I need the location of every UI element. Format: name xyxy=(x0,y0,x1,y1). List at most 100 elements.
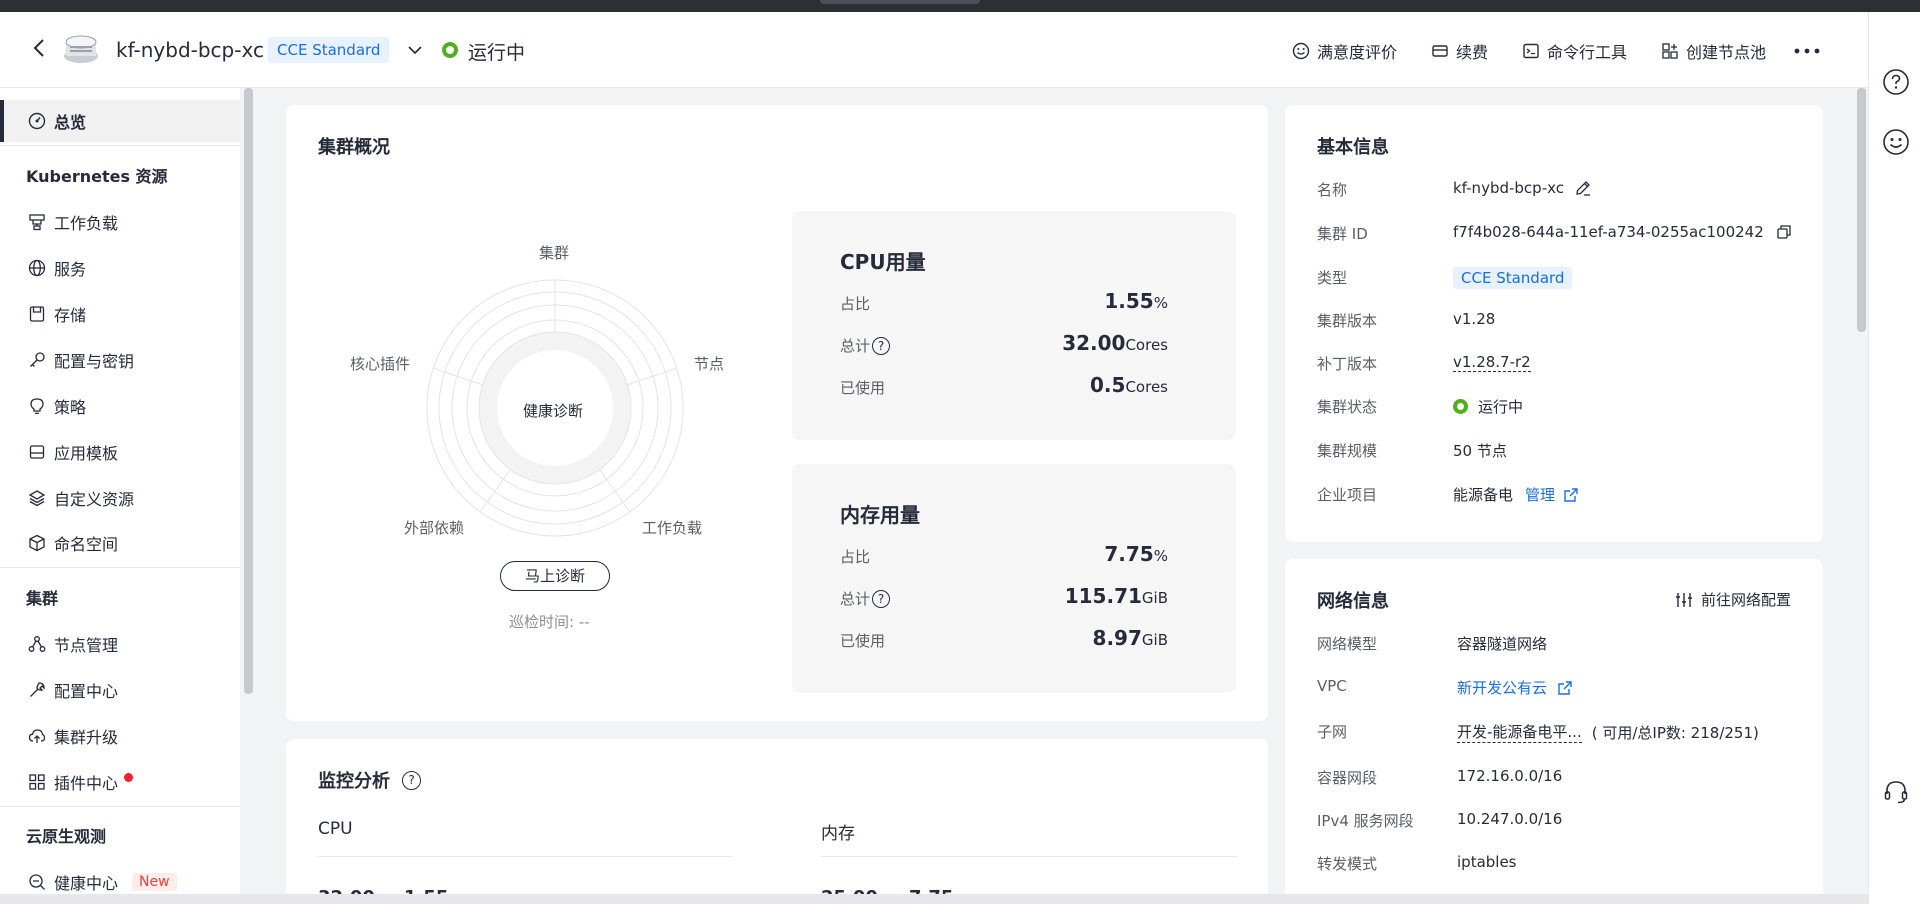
copy-icon[interactable] xyxy=(1776,224,1792,240)
sidebar-item-app-templates[interactable]: 应用模板 xyxy=(0,431,240,473)
sidebar-scrollbar[interactable] xyxy=(244,88,253,904)
sidebar-item-label: 服务 xyxy=(54,260,87,279)
sidebar-item-label: 工作负载 xyxy=(54,214,119,233)
sidebar-item-overview[interactable]: 总览 xyxy=(0,100,240,142)
more-dots-icon xyxy=(1794,48,1820,54)
sidebar-item-config-secrets[interactable]: 配置与密钥 xyxy=(0,339,240,381)
more-options-button[interactable] xyxy=(1792,36,1822,66)
help-icon[interactable] xyxy=(1882,68,1910,96)
sidebar-item-workloads[interactable]: 工作负载 xyxy=(0,201,240,243)
cpu-ratio-label: 占比 xyxy=(840,295,871,313)
key-icon xyxy=(30,352,45,367)
info-key: 补丁版本 xyxy=(1317,355,1378,373)
sidebar: 总览 Kubernetes 资源 工作负载 服务 存储 配置与密钥 策略 应用模… xyxy=(0,88,240,904)
sidebar-item-node-management[interactable]: 节点管理 xyxy=(0,623,240,665)
window-handle xyxy=(820,0,980,4)
cluster-status: 运行中 xyxy=(468,42,526,64)
question-icon[interactable]: ? xyxy=(872,336,891,355)
cpu-used-label: 已使用 xyxy=(840,379,886,397)
sidebar-item-custom-resources[interactable]: 自定义资源 xyxy=(0,477,240,519)
sidebar-item-cluster-upgrade[interactable]: 集群升级 xyxy=(0,715,240,757)
info-row-name: 名称 kf-nybd-bcp-xc xyxy=(1317,177,1797,201)
sidebar-item-storage[interactable]: 存储 xyxy=(0,293,240,335)
cpu-total-label: 总计 xyxy=(840,337,871,355)
patch-version-value[interactable]: v1.28.7-r2 xyxy=(1453,353,1531,372)
window-top-strip xyxy=(0,0,1920,12)
manage-project-link[interactable]: 管理 xyxy=(1525,484,1555,505)
sidebar-item-label: 配置与密钥 xyxy=(54,352,135,371)
customer-service-icon[interactable] xyxy=(1882,778,1910,806)
cluster-logo-icon xyxy=(64,35,98,63)
cpu-ratio-row: 占比 1.55% xyxy=(840,289,1168,315)
new-badge: New xyxy=(132,873,177,891)
radar-label-workload: 工作负载 xyxy=(642,519,703,537)
edit-pencil-icon[interactable] xyxy=(1574,179,1592,197)
sidebar-item-config-center[interactable]: 配置中心 xyxy=(0,669,240,711)
nodes-icon xyxy=(28,636,46,652)
renew-button[interactable]: 续费 xyxy=(1431,39,1488,63)
memory-total-row: 总计? 115.71GiB xyxy=(840,584,1168,610)
memory-ratio-value: 7.75 xyxy=(1104,542,1154,566)
sidebar-item-services[interactable]: 服务 xyxy=(0,247,240,289)
sidebar-divider xyxy=(0,145,240,146)
goto-network-config-button[interactable]: 前往网络配置 xyxy=(1675,589,1791,610)
basic-info-card: 基本信息 名称 kf-nybd-bcp-xc 集群 ID f7f4b028-64… xyxy=(1285,105,1823,542)
back-arrow-icon[interactable] xyxy=(28,36,52,60)
subnet-ip-count: ( 可用/总IP数: 218/251) xyxy=(1591,723,1759,742)
external-link-icon[interactable] xyxy=(1563,487,1579,503)
vpc-link[interactable]: 新开发公有云 xyxy=(1457,677,1547,698)
info-key: 容器网段 xyxy=(1317,769,1378,787)
sidebar-item-label: 健康中心 xyxy=(54,874,119,893)
sidebar-scroll-thumb[interactable] xyxy=(244,88,253,694)
container-cidr-value: 172.16.0.0/16 xyxy=(1457,767,1563,785)
info-key: 集群状态 xyxy=(1317,398,1378,416)
external-link-icon[interactable] xyxy=(1557,680,1573,696)
cpu-usage-panel: CPU用量 占比 1.55% 总计? 32.00Cores 已使用 0.5Cor… xyxy=(792,211,1236,440)
main-scrollbar[interactable] xyxy=(1857,88,1866,904)
right-utility-rail xyxy=(1868,12,1920,904)
sidebar-item-label: 存储 xyxy=(54,306,87,325)
cube-icon xyxy=(29,534,45,552)
header-actions: 满意度评价 续费 命令行工具 创建节点池 xyxy=(1258,36,1868,66)
info-row-version: 集群版本 v1.28 xyxy=(1317,308,1797,332)
cpu-ratio-unit: % xyxy=(1153,294,1168,312)
info-row-type: 类型 CCE Standard xyxy=(1317,265,1797,289)
monitor-cpu-label: CPU xyxy=(318,819,353,839)
network-info-title: 网络信息 xyxy=(1317,591,1389,612)
subnet-value[interactable]: 开发-能源备电平... xyxy=(1457,721,1582,743)
info-key: 集群规模 xyxy=(1317,442,1378,460)
info-row-container-cidr: 容器网段 172.16.0.0/16 xyxy=(1317,765,1797,789)
globe-icon xyxy=(28,259,46,277)
monitor-card: 监控分析 ? CPU 32.00 1.55 内存 25.00 7.75 xyxy=(286,739,1268,904)
main-scroll-thumb[interactable] xyxy=(1857,88,1866,332)
cluster-scale-value: 50 节点 xyxy=(1453,442,1507,460)
question-icon[interactable]: ? xyxy=(402,770,421,790)
running-status-icon xyxy=(1453,399,1468,414)
info-row-scale: 集群规模 50 节点 xyxy=(1317,438,1797,462)
cluster-name-value: kf-nybd-bcp-xc xyxy=(1453,179,1564,197)
question-icon[interactable]: ? xyxy=(872,589,891,608)
info-row-project: 企业项目 能源备电 管理 xyxy=(1317,482,1797,506)
sidebar-item-label: 自定义资源 xyxy=(54,490,135,509)
memory-ratio-row: 占比 7.75% xyxy=(840,542,1168,568)
sidebar-item-policy[interactable]: 策略 xyxy=(0,385,240,427)
satisfaction-button[interactable]: 满意度评价 xyxy=(1292,39,1397,63)
memory-used-unit: GiB xyxy=(1141,631,1168,649)
search-health-icon xyxy=(29,874,45,890)
radar-center-label[interactable]: 健康诊断 xyxy=(523,400,583,421)
info-key: 类型 xyxy=(1317,269,1348,287)
chevron-down-icon[interactable] xyxy=(405,40,425,60)
sidebar-item-plugin-center[interactable]: 插件中心 xyxy=(0,761,240,803)
create-node-pool-button[interactable]: 创建节点池 xyxy=(1661,39,1766,63)
sidebar-item-namespaces[interactable]: 命名空间 xyxy=(0,522,240,564)
sidebar-item-label: 插件中心 xyxy=(54,774,119,793)
diagnose-now-button[interactable]: 马上诊断 xyxy=(500,561,610,591)
info-key: 网络模型 xyxy=(1317,635,1378,653)
cpu-used-row: 已使用 0.5Cores xyxy=(840,373,1168,399)
card-icon xyxy=(1432,45,1448,57)
feedback-smile-icon[interactable] xyxy=(1882,128,1910,156)
cli-tool-button[interactable]: 命令行工具 xyxy=(1522,39,1627,63)
info-row-subnet: 子网 开发-能源备电平... ( 可用/总IP数: 218/251) xyxy=(1317,719,1797,743)
grid-apps-icon xyxy=(29,774,45,790)
info-key: 转发模式 xyxy=(1317,855,1378,873)
